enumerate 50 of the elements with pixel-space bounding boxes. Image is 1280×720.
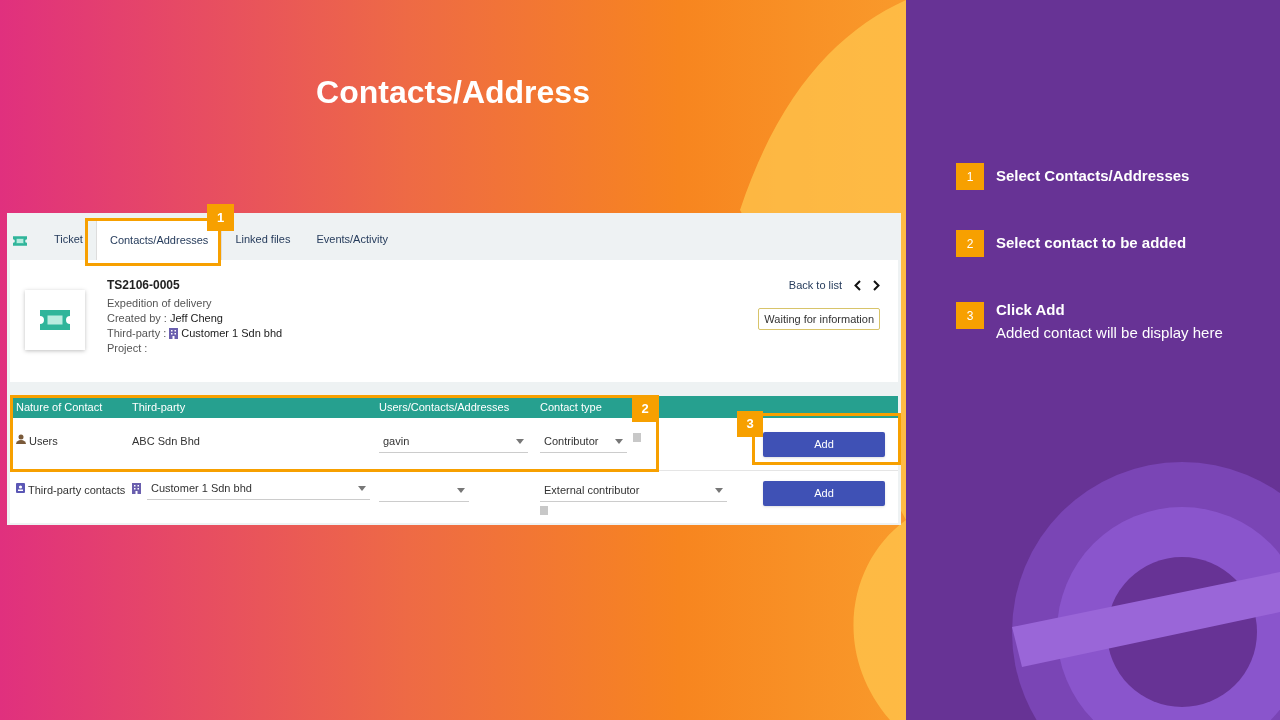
column-header: Third-party [132,399,186,415]
add-button[interactable]: Add [763,480,885,506]
project-label: Project : [107,341,149,356]
ticket-subject: Expedition of delivery [107,296,213,311]
contact-nature: Users [29,434,58,449]
back-to-list-link[interactable]: Back to list [788,277,842,294]
help-icon [540,506,548,515]
tab[interactable]: Ticket [41,219,96,260]
third-party-link[interactable]: Customer 1 Sdn bhd [181,326,283,341]
step-number-badge: 2 [632,396,658,422]
caret-icon [457,487,465,493]
column-header: Users/Contacts/Addresses [379,399,510,415]
tab[interactable]: Events/Activity [303,219,401,260]
created-by-value: Jeff Cheng [169,311,223,326]
select-field[interactable]: External contributor [540,482,727,502]
caret-icon [358,485,366,491]
help-icon [633,433,641,442]
step-number-badge: 2 [956,230,984,257]
building-icon [169,328,179,339]
caret-icon [516,438,524,444]
ticket-icon [13,236,27,246]
slide-title: Contacts/Address [315,73,591,112]
column-header: Contact type [540,399,602,415]
status-badge: Waiting for information [758,307,880,330]
select-field[interactable]: Customer 1 Sdn bhd [147,480,370,500]
step-number-badge: 3 [956,302,984,329]
step-number-badge: 1 [207,204,234,231]
created-by-label: Created by : [107,311,167,326]
select-field[interactable]: gavin [379,433,528,453]
step-title: Select contact to be added [996,233,1187,253]
step-title: Select Contacts/Addresses [996,166,1190,186]
contact-card-icon [16,483,25,493]
caret-icon [715,487,723,493]
ticket-reference: TS2106-0005 [107,278,181,293]
third-party-label: Third-party : [107,326,167,341]
third-party-name: ABC Sdn Bhd [132,434,200,449]
add-button[interactable]: Add [763,431,885,457]
person-icon [16,434,26,444]
step-number-badge: 3 [737,411,763,437]
ticket-icon [40,310,70,330]
contact-nature: Third-party contacts [28,483,126,498]
select-field[interactable]: Contributor [540,433,627,453]
previous-icon[interactable] [854,279,861,291]
step-description: Added contact will be display here [996,323,1223,343]
step-number-badge: 1 [956,163,984,190]
next-icon[interactable] [873,279,880,291]
column-header: Nature of Contact [16,399,103,415]
step-title: Click Add [996,300,1066,320]
caret-icon [615,438,623,444]
building-icon [132,483,141,494]
